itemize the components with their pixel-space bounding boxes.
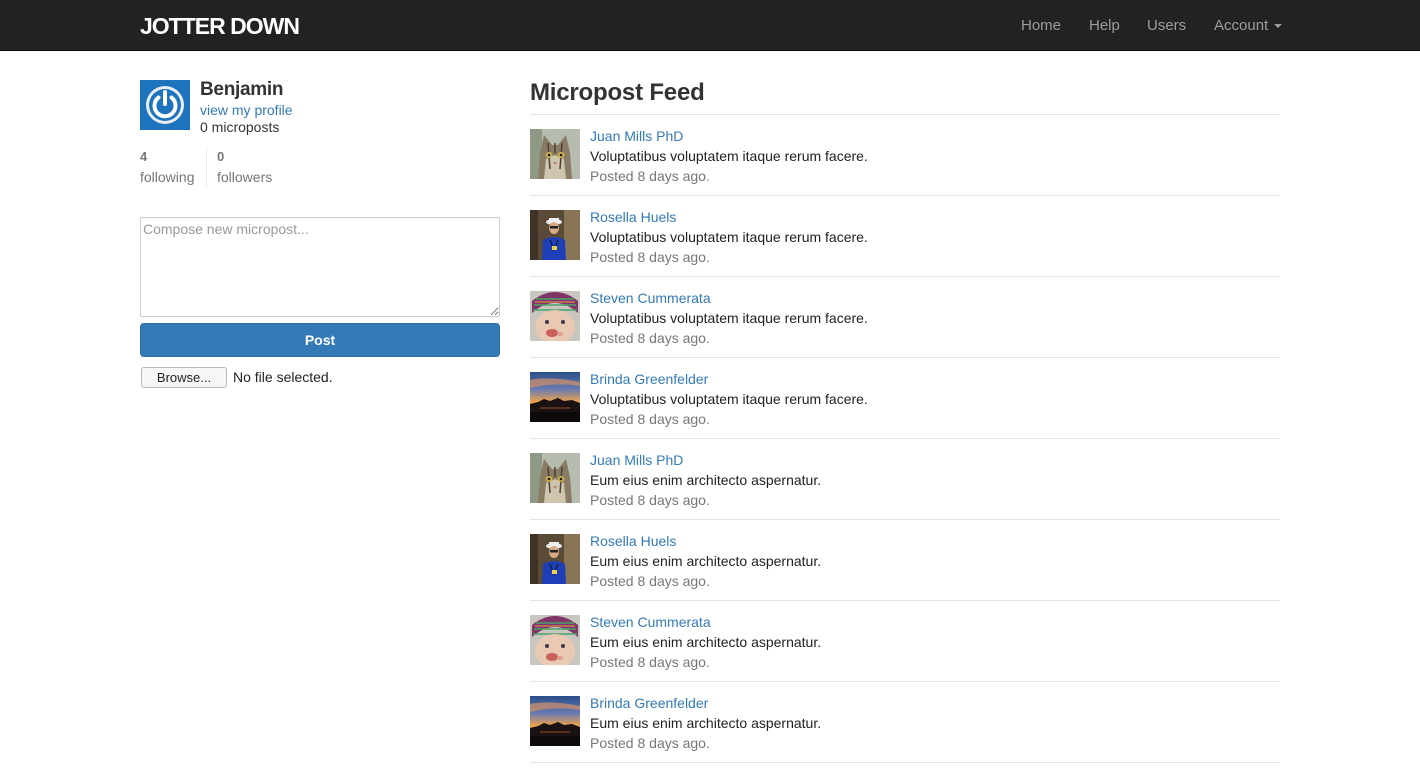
person-blue-shirt-avatar-icon[interactable] xyxy=(530,210,580,260)
feed-item: Rosella Huels Eum eius enim architecto a… xyxy=(530,520,1280,601)
nav-home-link[interactable]: Home xyxy=(1021,17,1061,35)
post-content: Voluptatibus voluptatem itaque rerum fac… xyxy=(590,310,868,326)
gravatar-power-icon[interactable] xyxy=(140,80,190,130)
post-user-link[interactable]: Rosella Huels xyxy=(590,533,676,549)
feed-item: Brinda Greenfelder Eum eius enim archite… xyxy=(530,682,1280,763)
sunset-landscape-avatar-icon[interactable] xyxy=(530,696,580,746)
feed-item: Juan Mills PhD Voluptatibus voluptatem i… xyxy=(530,115,1280,196)
following-count: 4 xyxy=(140,149,148,164)
post-content: Eum eius enim architecto aspernatur. xyxy=(590,634,822,650)
nav-account-label: Account xyxy=(1214,17,1269,34)
user-name: Benjamin xyxy=(200,79,284,100)
nav-help-link[interactable]: Help xyxy=(1089,17,1120,35)
followers-count: 0 xyxy=(217,149,225,164)
baby-knit-hat-avatar-icon[interactable] xyxy=(530,291,580,341)
view-profile-link[interactable]: view my profile xyxy=(200,102,293,118)
post-timestamp: Posted 8 days ago. xyxy=(590,249,710,265)
post-content: Voluptatibus voluptatem itaque rerum fac… xyxy=(590,391,868,407)
feed-title: Micropost Feed xyxy=(530,79,705,106)
baby-knit-hat-avatar-icon[interactable] xyxy=(530,615,580,665)
sunset-landscape-avatar-icon[interactable] xyxy=(530,372,580,422)
post-content: Voluptatibus voluptatem itaque rerum fac… xyxy=(590,148,868,164)
micropost-feed: Juan Mills PhD Voluptatibus voluptatem i… xyxy=(530,115,1280,763)
file-status: No file selected. xyxy=(233,369,333,385)
post-user-link[interactable]: Brinda Greenfelder xyxy=(590,695,708,711)
post-content: Eum eius enim architecto aspernatur. xyxy=(590,553,822,569)
post-user-link[interactable]: Rosella Huels xyxy=(590,209,676,225)
micropost-count: 0 microposts xyxy=(200,119,280,135)
caret-down-icon xyxy=(1274,24,1283,29)
compose-micropost-textarea[interactable] xyxy=(140,217,500,317)
post-timestamp: Posted 8 days ago. xyxy=(590,735,710,751)
stat-divider xyxy=(206,146,207,188)
post-timestamp: Posted 8 days ago. xyxy=(590,411,710,427)
feed-item: Brinda Greenfelder Voluptatibus voluptat… xyxy=(530,358,1280,439)
post-timestamp: Posted 8 days ago. xyxy=(590,654,710,670)
post-user-link[interactable]: Steven Cummerata xyxy=(590,614,711,630)
person-blue-shirt-avatar-icon[interactable] xyxy=(530,534,580,584)
following-label: following xyxy=(140,169,195,185)
post-user-link[interactable]: Juan Mills PhD xyxy=(590,128,683,144)
post-user-link[interactable]: Steven Cummerata xyxy=(590,290,711,306)
post-user-link[interactable]: Juan Mills PhD xyxy=(590,452,683,468)
post-button[interactable]: Post xyxy=(140,323,500,357)
nav-users-link[interactable]: Users xyxy=(1147,17,1186,35)
feed-item: Rosella Huels Voluptatibus voluptatem it… xyxy=(530,196,1280,277)
post-timestamp: Posted 8 days ago. xyxy=(590,492,710,508)
cat-avatar-icon[interactable] xyxy=(530,129,580,179)
cat-avatar-icon[interactable] xyxy=(530,453,580,503)
post-content: Voluptatibus voluptatem itaque rerum fac… xyxy=(590,229,868,245)
nav-account-dropdown[interactable]: Account xyxy=(1214,17,1283,35)
followers-label: followers xyxy=(217,169,273,185)
post-timestamp: Posted 8 days ago. xyxy=(590,573,710,589)
navbar: JOTTER DOWN Home Help Users Account xyxy=(0,0,1420,51)
post-content: Eum eius enim architecto aspernatur. xyxy=(590,472,822,488)
post-user-link[interactable]: Brinda Greenfelder xyxy=(590,371,708,387)
feed-item: Steven Cummerata Eum eius enim architect… xyxy=(530,601,1280,682)
feed-item: Juan Mills PhD Eum eius enim architecto … xyxy=(530,439,1280,520)
post-timestamp: Posted 8 days ago. xyxy=(590,330,710,346)
site-logo[interactable]: JOTTER DOWN xyxy=(140,13,300,39)
post-timestamp: Posted 8 days ago. xyxy=(590,168,710,184)
feed-item: Steven Cummerata Voluptatibus voluptatem… xyxy=(530,277,1280,358)
browse-file-button[interactable]: Browse... xyxy=(141,367,227,388)
post-content: Eum eius enim architecto aspernatur. xyxy=(590,715,822,731)
